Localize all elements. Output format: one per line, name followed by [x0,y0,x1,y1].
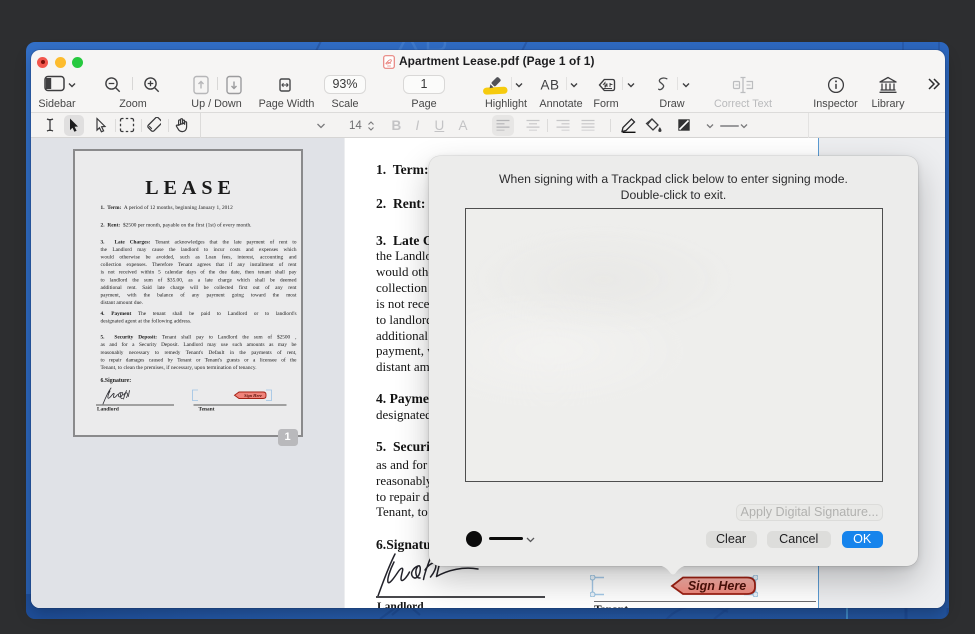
svg-text:Sign Here: Sign Here [244,393,262,398]
svg-text:Sign Here: Sign Here [687,579,745,593]
